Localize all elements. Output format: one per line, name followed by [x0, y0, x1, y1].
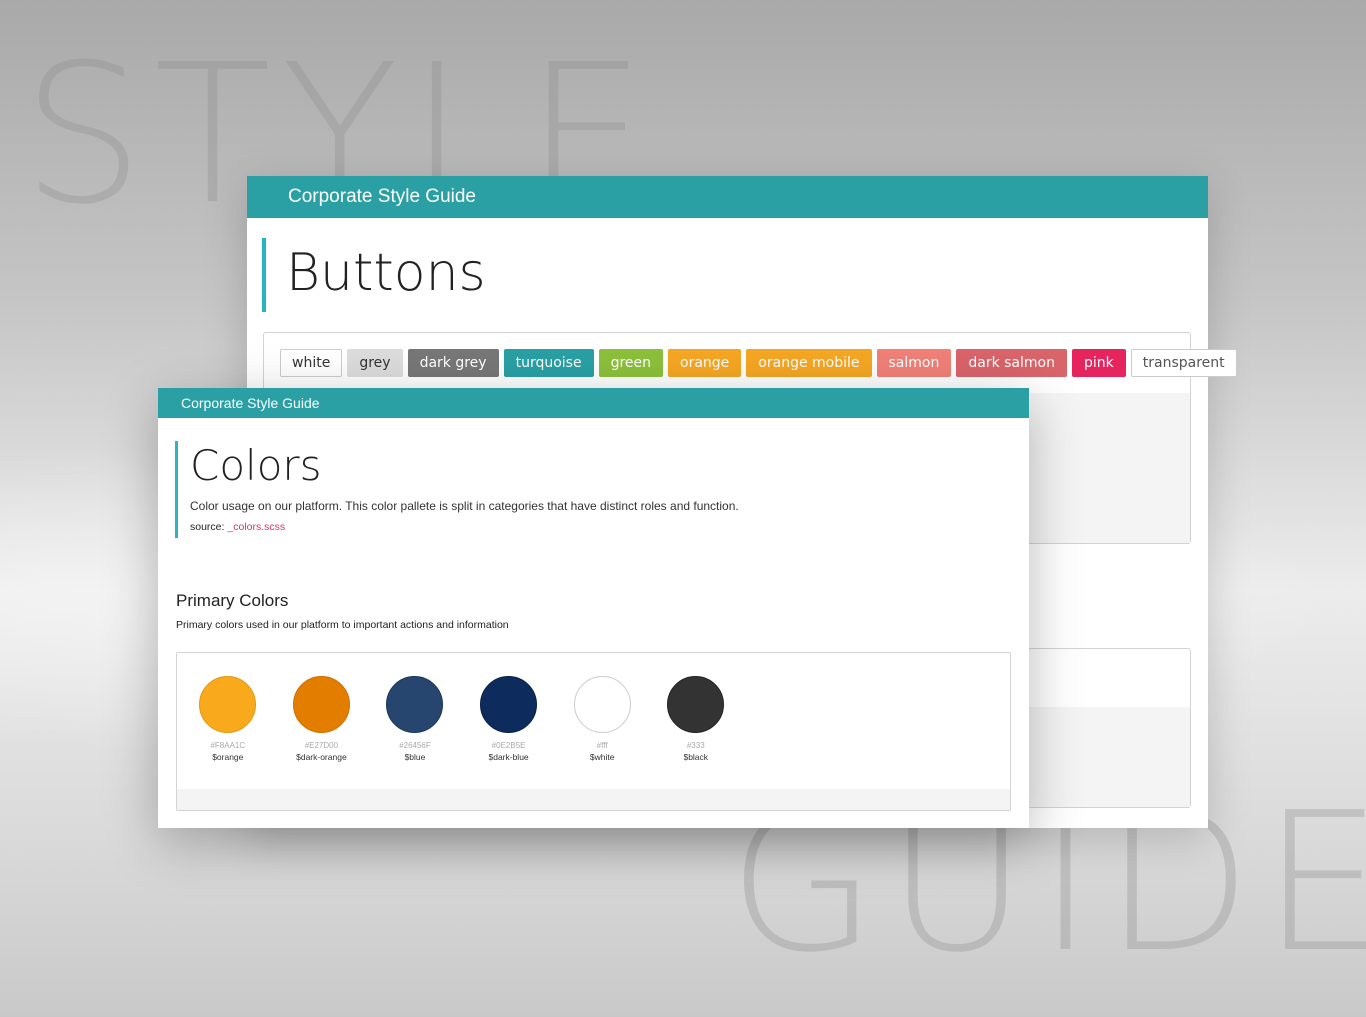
color-circle [667, 676, 725, 733]
style-button-grey[interactable]: grey [347, 349, 403, 377]
panel-code-area [1029, 707, 1190, 807]
section-title: Primary Colors [176, 591, 289, 610]
panel-code-area [177, 789, 1010, 810]
color-variable-label: $blue [404, 752, 426, 762]
page-description: Color usage on our platform. This color … [190, 499, 739, 513]
style-button-dark-grey[interactable]: dark grey [407, 349, 499, 377]
color-circle [573, 676, 631, 733]
source-label: source: [190, 521, 225, 533]
style-button-transparent[interactable]: transparent [1130, 349, 1237, 377]
source-line: source: _colors.scss [190, 521, 1013, 533]
page-heading: Buttons [262, 238, 1192, 312]
style-button-dark-salmon[interactable]: dark salmon [956, 349, 1067, 377]
section-subtitle: Primary colors used in our platform to i… [176, 619, 509, 631]
page-title: Buttons [286, 243, 486, 303]
color-hex-label: #0E2B5E [491, 741, 526, 750]
source-link[interactable]: _colors.scss [227, 521, 285, 533]
color-circle [199, 676, 257, 733]
color-hex-label: #fff [596, 741, 608, 750]
style-button-pink[interactable]: pink [1071, 349, 1126, 377]
color-hex-label: #E27D00 [304, 741, 339, 750]
top-bar: Corporate Style Guide [247, 176, 1208, 218]
page-title: Colors [190, 441, 322, 490]
style-button-salmon[interactable]: salmon [876, 349, 952, 377]
color-variable-label: $dark-blue [488, 752, 529, 762]
color-variable-label: $white [589, 752, 615, 762]
second-panel [1028, 648, 1191, 808]
color-hex-label: #333 [686, 741, 705, 750]
app-title[interactable]: Corporate Style Guide [288, 186, 476, 207]
style-button-turquoise[interactable]: turquoise [503, 349, 594, 377]
color-variable-label: $orange [212, 752, 244, 762]
color-circle [480, 676, 538, 733]
style-button-white[interactable]: white [280, 349, 343, 377]
color-swatch: #F8AA1C $orange [181, 676, 275, 762]
color-hex-label: #F8AA1C [210, 741, 246, 750]
color-swatch: #333 $black [649, 676, 743, 762]
buttons-row: white grey dark grey turquoise green orange or… [280, 349, 1237, 377]
color-swatch: #E27D00 $dark-orange [275, 676, 369, 762]
style-button-orange-mobile[interactable]: orange mobile [746, 349, 872, 377]
swatch-row: #F8AA1C $orange #E27D00 $dark-orange #26456F… [181, 676, 743, 762]
color-circle [386, 676, 444, 733]
style-button-green[interactable]: green [598, 349, 664, 377]
color-variable-label: $black [683, 752, 709, 762]
color-hex-label: #26456F [399, 741, 431, 750]
app-title[interactable]: Corporate Style Guide [181, 395, 320, 411]
color-variable-label: $dark-orange [296, 752, 347, 762]
color-swatch-panel: #F8AA1C $orange #E27D00 $dark-orange #26456F… [176, 652, 1011, 811]
top-bar: Corporate Style Guide [158, 388, 1029, 418]
style-button-orange[interactable]: orange [668, 349, 742, 377]
color-swatch: #0E2B5E $dark-blue [462, 676, 556, 762]
page-heading: Colors Color usage on our platform. This… [175, 441, 1013, 538]
color-swatch: #26456F $blue [368, 676, 462, 762]
color-circle [292, 676, 350, 733]
color-swatch: #fff $white [555, 676, 649, 762]
colors-window: Corporate Style Guide Colors Color usage… [158, 388, 1029, 828]
